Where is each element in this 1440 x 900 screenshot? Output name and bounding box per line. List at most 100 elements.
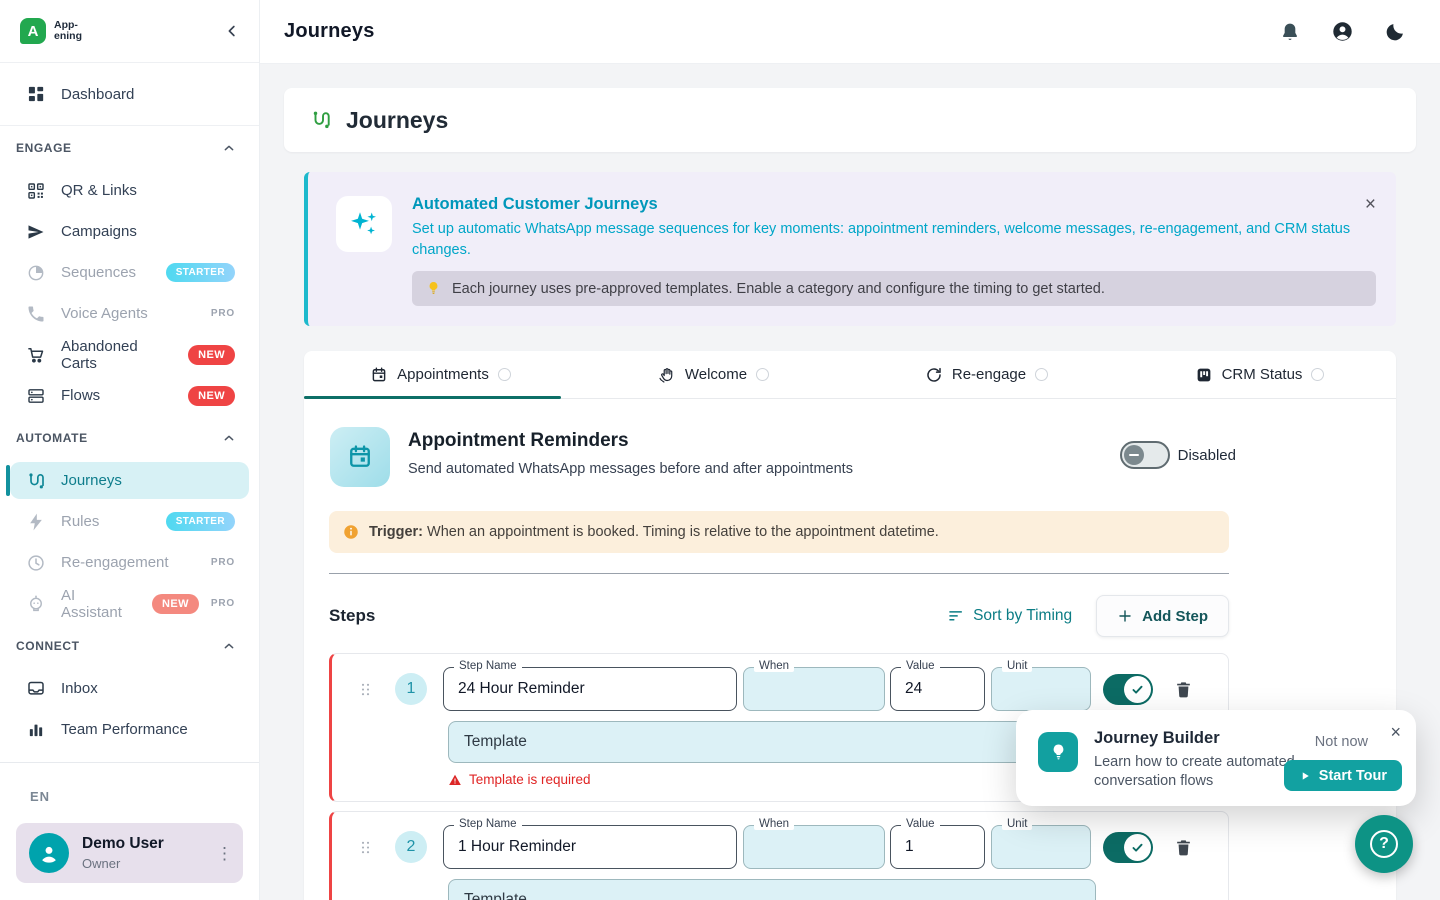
sidebar-item-dashboard[interactable]: Dashboard [0, 63, 259, 126]
wave-hand-icon [658, 366, 676, 384]
sidebar-item-flows[interactable]: Flows NEW [0, 375, 259, 416]
kebab-icon: ⋮ [216, 844, 233, 863]
sidebar-item-label: Inbox [61, 680, 98, 697]
calendar-icon [330, 427, 390, 487]
route-icon [26, 471, 46, 491]
sidebar-item-voice-agents[interactable]: Voice Agents PRO [0, 293, 259, 334]
trigger-label: Trigger: [369, 524, 423, 540]
section-collapse-button[interactable] [221, 140, 237, 156]
delete-step-button[interactable] [1174, 838, 1193, 857]
account-button[interactable] [1331, 20, 1354, 43]
template-select[interactable]: Template [448, 879, 1096, 900]
tab-crm-status[interactable]: CRM Status [1123, 351, 1396, 398]
sidebar-item-label: QR & Links [61, 182, 137, 199]
step-enable-toggle[interactable] [1103, 674, 1153, 705]
user-menu-button[interactable]: ⋮ [216, 845, 233, 862]
step-name-input[interactable] [444, 826, 736, 868]
sidebar-section-engage: ENGAGE [0, 126, 259, 170]
dark-mode-toggle[interactable] [1384, 21, 1406, 43]
when-select[interactable]: When [743, 825, 885, 869]
sidebar-collapse-button[interactable] [223, 22, 241, 40]
sidebar-item-campaigns[interactable]: Campaigns [0, 211, 259, 252]
category-tabs: Appointments Welcome Re-engage CRM Statu… [304, 351, 1396, 399]
sidebar-item-label: Dashboard [61, 86, 134, 103]
sidebar-item-rules[interactable]: Rules STARTER [0, 501, 259, 542]
phone-icon [26, 304, 46, 324]
sidebar-item-team-performance[interactable]: Team Performance [0, 709, 259, 750]
bar-chart-icon [26, 720, 46, 740]
drag-handle-icon[interactable] [358, 679, 374, 700]
question-icon: ? [1370, 830, 1398, 858]
delete-step-button[interactable] [1174, 680, 1193, 699]
sidebar-item-activity-heatmap[interactable]: Activity Heatmap [0, 750, 259, 762]
chevron-up-icon [221, 140, 237, 156]
clock-icon [26, 553, 46, 573]
ai-icon [26, 594, 46, 614]
start-tour-button[interactable]: Start Tour [1284, 760, 1402, 791]
step-name-input[interactable] [444, 668, 736, 710]
tab-re-engage[interactable]: Re-engage [850, 351, 1123, 398]
value-input[interactable] [891, 826, 984, 868]
pro-tag: PRO [211, 557, 235, 568]
category-header: Appointment Reminders Send automated Wha… [330, 427, 1396, 487]
sidebar-item-qr-links[interactable]: QR & Links [0, 170, 259, 211]
lightbulb-icon [1038, 732, 1078, 772]
value-input[interactable] [891, 668, 984, 710]
step-enable-toggle[interactable] [1103, 832, 1153, 863]
sidebar-item-label: Voice Agents [61, 305, 148, 322]
value-field: Value [890, 667, 985, 711]
info-icon [342, 523, 360, 541]
section-collapse-button[interactable] [221, 638, 237, 654]
calendar-icon [370, 366, 388, 384]
plus-icon [1117, 608, 1133, 624]
sidebar-item-journeys[interactable]: Journeys [10, 462, 249, 499]
sidebar-item-label: Re-engagement [61, 554, 169, 571]
tab-status-dot [498, 368, 511, 381]
sidebar-item-sequences[interactable]: Sequences STARTER [0, 252, 259, 293]
when-select[interactable]: When [743, 667, 885, 711]
page-title-card: Journeys [284, 88, 1416, 152]
journey-builder-popup: Journey Builder Learn how to create auto… [1016, 710, 1416, 806]
template-select[interactable]: Template [448, 721, 1096, 763]
steps-heading: Steps [329, 606, 375, 626]
sidebar-item-re-engagement[interactable]: Re-engagement PRO [0, 542, 259, 583]
tab-welcome[interactable]: Welcome [577, 351, 850, 398]
sidebar-item-ai-assistant[interactable]: AI Assistant NEWPRO [0, 583, 259, 624]
starter-badge: STARTER [166, 263, 235, 282]
sort-by-timing-button[interactable]: Sort by Timing [947, 607, 1072, 625]
refresh-icon [925, 366, 943, 384]
pro-tag: PRO [211, 308, 235, 319]
category-enable-toggle[interactable] [1120, 441, 1170, 469]
tab-appointments[interactable]: Appointments [304, 351, 577, 398]
help-button[interactable]: ? [1355, 815, 1413, 873]
section-collapse-button[interactable] [221, 430, 237, 446]
language-selector[interactable]: EN [30, 789, 259, 804]
unit-select[interactable]: Unit [991, 825, 1091, 869]
banner-close-button[interactable]: × [1365, 194, 1376, 216]
trigger-alert: Trigger: When an appointment is booked. … [329, 511, 1229, 553]
moon-icon [1384, 21, 1406, 43]
sidebar-item-label: Sequences [61, 264, 136, 281]
not-now-button[interactable]: Not now [1315, 734, 1368, 750]
sidebar: A App-ening Dashboard ENGAGE QR & Links … [0, 0, 260, 900]
step-number-badge: 1 [395, 673, 427, 705]
sidebar-item-inbox[interactable]: Inbox [0, 668, 259, 709]
add-step-button[interactable]: Add Step [1096, 595, 1229, 637]
toggle-knob [1124, 445, 1144, 465]
trash-icon [1174, 680, 1193, 699]
drag-handle-icon[interactable] [358, 837, 374, 858]
step-name-field: Step Name [443, 825, 737, 869]
user-card[interactable]: Demo User Owner ⋮ [16, 823, 243, 883]
journeys-route-icon [310, 109, 332, 131]
popup-close-button[interactable]: × [1390, 722, 1401, 743]
user-circle-icon [1331, 20, 1354, 43]
notifications-button[interactable] [1279, 21, 1301, 43]
bolt-icon [26, 512, 46, 532]
play-icon [1299, 770, 1311, 782]
sidebar-item-abandoned-carts[interactable]: Abandoned Carts NEW [0, 334, 259, 375]
topbar: Journeys [260, 0, 1440, 64]
inbox-icon [26, 679, 46, 699]
category-subtitle: Send automated WhatsApp messages before … [408, 461, 853, 477]
app-logo: A App-ening [20, 18, 82, 44]
unit-select[interactable]: Unit [991, 667, 1091, 711]
